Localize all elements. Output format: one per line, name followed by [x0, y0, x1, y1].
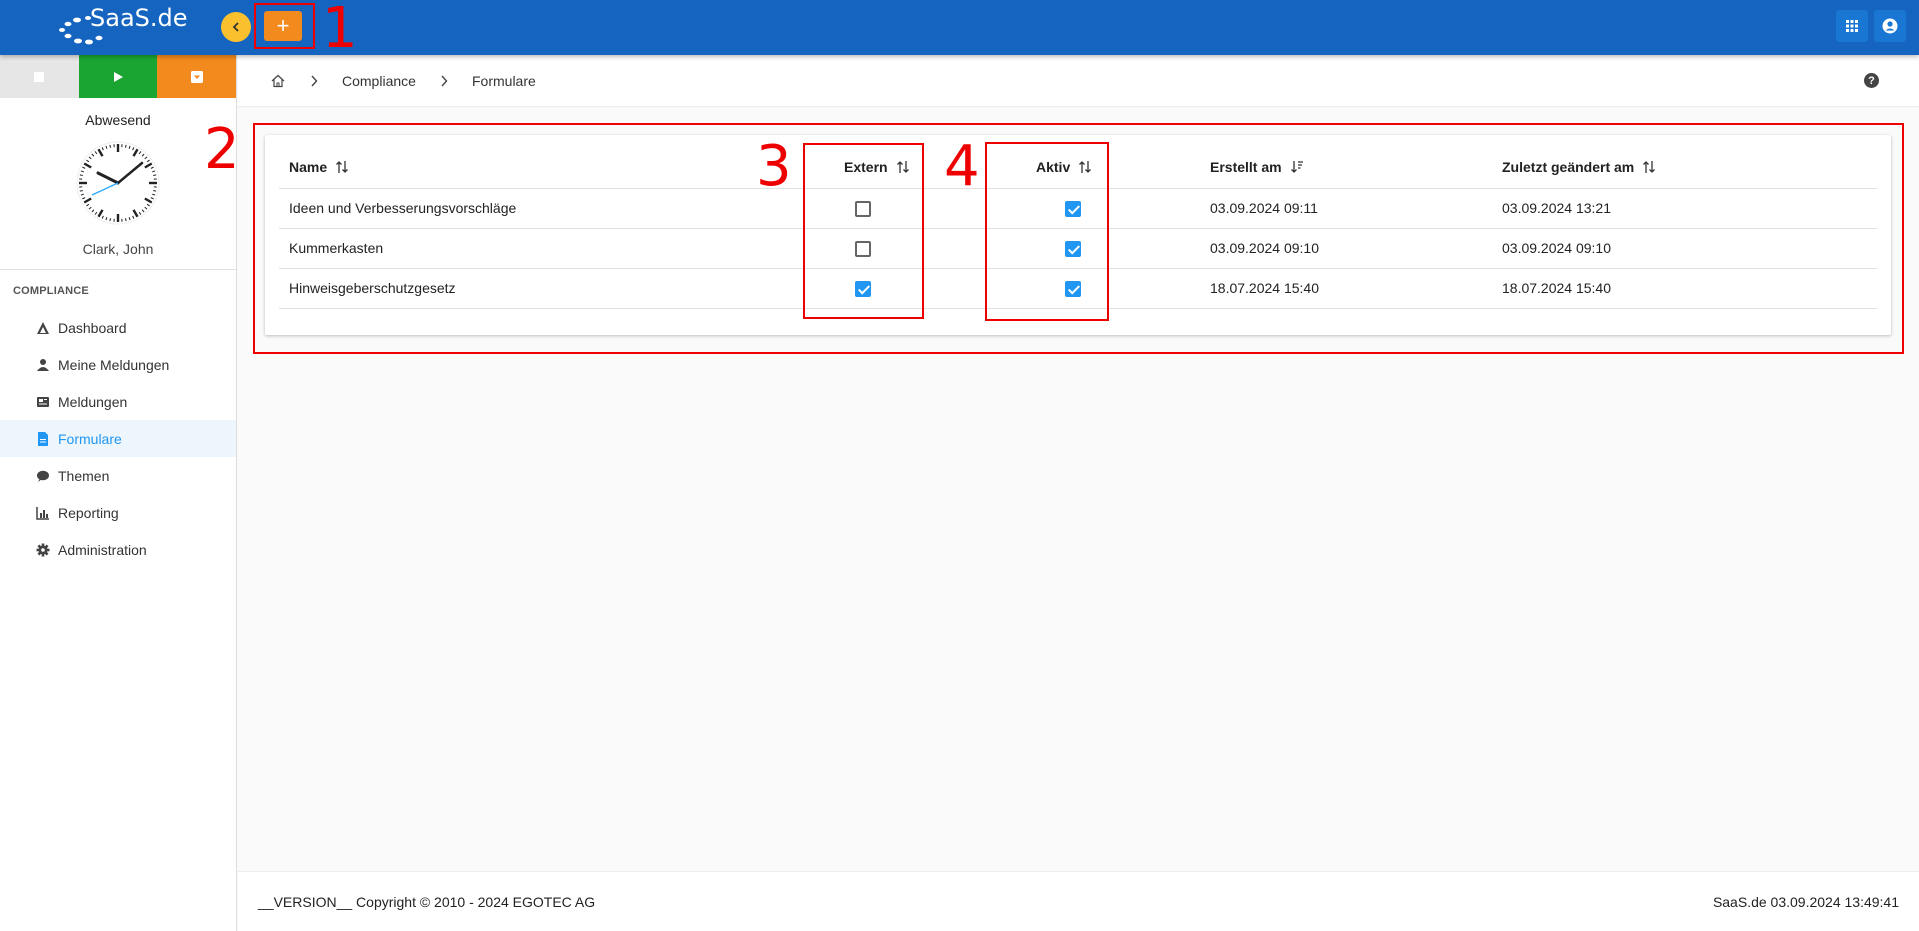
- cell-geaendert: 03.09.2024 09:10: [1492, 228, 1877, 269]
- apps-grid-icon: [1846, 20, 1858, 32]
- sidebar-item-administration[interactable]: Administration: [0, 531, 236, 568]
- chevron-right-icon: [310, 55, 318, 107]
- play-icon: [114, 71, 123, 82]
- collapse-sidebar-button[interactable]: [221, 12, 251, 42]
- sidebar-item-label: Themen: [58, 467, 110, 484]
- logo-text: SaaS.de: [90, 4, 188, 32]
- cell-erstellt: 03.09.2024 09:11: [1200, 188, 1492, 229]
- user-name: Clark, John: [82, 241, 154, 257]
- cell-name: Ideen und Verbesserungsvorschläge: [279, 188, 834, 229]
- sort-icon[interactable]: [335, 160, 349, 177]
- cell-erstellt: 18.07.2024 15:40: [1200, 268, 1492, 309]
- extern-checkbox[interactable]: [855, 240, 871, 257]
- breadcrumb-compliance[interactable]: Compliance: [342, 55, 416, 107]
- cell-name: Hinweisgeberschutzgesetz: [279, 268, 834, 309]
- chevron-left-icon: [232, 22, 239, 32]
- aktiv-checkbox[interactable]: [1065, 200, 1081, 217]
- chat-icon: [36, 469, 50, 483]
- footer-timestamp: SaaS.de 03.09.2024 13:49:41: [1712, 894, 1899, 910]
- sidebar-item-dashboard[interactable]: Dashboard: [0, 309, 236, 346]
- gear-icon: [36, 543, 50, 557]
- home-icon: [271, 74, 285, 88]
- breadcrumb: Compliance Formulare ?: [238, 55, 1919, 107]
- sidebar: Abwesend Clark, John COMPLIANCE Dashboar…: [0, 55, 237, 931]
- chevron-right-icon: [440, 55, 448, 107]
- annotation-number-2: 2: [204, 117, 240, 182]
- table-row[interactable]: Hinweisgeberschutzgesetz 18.07.2024 15:4…: [279, 268, 1877, 309]
- aktiv-checkbox[interactable]: [1065, 240, 1081, 257]
- sort-icon[interactable]: [1078, 160, 1092, 177]
- footer: __VERSION__ Copyright © 2010 - 2024 EGOT…: [238, 871, 1919, 931]
- forms-table: Name Extern Aktiv Erstellt am Zuletzt ge…: [279, 149, 1877, 309]
- section-label: COMPLIANCE: [13, 285, 89, 297]
- annotation-number-4: 4: [944, 134, 980, 199]
- annotation-number-1: 1: [322, 0, 358, 61]
- column-header-extern[interactable]: Extern: [834, 149, 1026, 189]
- chart-icon: [36, 506, 50, 520]
- aktiv-checkbox[interactable]: [1065, 280, 1081, 297]
- footer-copyright: __VERSION__ Copyright © 2010 - 2024 EGOT…: [258, 894, 596, 910]
- column-header-name[interactable]: Name: [279, 149, 834, 189]
- sort-icon[interactable]: [896, 160, 910, 177]
- table-row[interactable]: Ideen und Verbesserungsvorschläge 03.09.…: [279, 188, 1877, 229]
- column-header-geaendert[interactable]: Zuletzt geändert am: [1492, 149, 1877, 189]
- sort-icon[interactable]: [1642, 160, 1656, 177]
- extern-checkbox[interactable]: [855, 280, 871, 297]
- sidebar-item-meine-meldungen[interactable]: Meine Meldungen: [0, 346, 236, 383]
- play-button[interactable]: [78, 55, 158, 98]
- dashboard-icon: [36, 321, 50, 335]
- clock-icon: [76, 141, 160, 225]
- column-header-erstellt[interactable]: Erstellt am: [1200, 149, 1492, 189]
- cell-geaendert: 03.09.2024 13:21: [1492, 188, 1877, 229]
- dropdown-box-icon: [190, 70, 203, 83]
- add-button[interactable]: +: [264, 11, 302, 41]
- help-icon[interactable]: ?: [1864, 73, 1879, 88]
- top-bar: SaaS.de +: [0, 0, 1919, 55]
- reports-icon: [36, 395, 50, 409]
- divider: [0, 269, 236, 270]
- home-button[interactable]: [271, 55, 285, 107]
- time-tracking-buttons: [0, 55, 237, 98]
- user-circle-icon: [1882, 18, 1898, 34]
- column-header-aktiv[interactable]: Aktiv: [1026, 149, 1200, 189]
- break-button[interactable]: [157, 55, 237, 98]
- sort-desc-icon[interactable]: [1290, 160, 1304, 177]
- user-menu-button[interactable]: [1874, 10, 1906, 42]
- sidebar-item-label: Meldungen: [58, 393, 128, 410]
- sidebar-nav: Dashboard Meine Meldungen Meldungen Form…: [0, 309, 236, 568]
- table-row[interactable]: Kummerkasten 03.09.2024 09:10 03.09.2024…: [279, 228, 1877, 269]
- sidebar-item-meldungen[interactable]: Meldungen: [0, 383, 236, 420]
- status-text: Abwesend: [85, 112, 151, 128]
- sidebar-item-label: Dashboard: [58, 319, 127, 336]
- sidebar-item-reporting[interactable]: Reporting: [0, 494, 236, 531]
- stop-button[interactable]: [0, 55, 79, 98]
- cell-geaendert: 18.07.2024 15:40: [1492, 268, 1877, 309]
- person-icon: [36, 358, 50, 372]
- sidebar-item-formulare[interactable]: Formulare: [0, 420, 236, 457]
- table-header-row: Name Extern Aktiv Erstellt am Zuletzt ge…: [279, 149, 1877, 189]
- document-icon: [36, 431, 50, 446]
- apps-button[interactable]: [1836, 10, 1868, 42]
- forms-table-card: Name Extern Aktiv Erstellt am Zuletzt ge…: [265, 135, 1891, 335]
- cell-erstellt: 03.09.2024 09:10: [1200, 228, 1492, 269]
- sidebar-item-label: Reporting: [58, 504, 119, 521]
- annotation-number-3: 3: [756, 134, 792, 199]
- extern-checkbox[interactable]: [855, 200, 871, 217]
- sidebar-item-themen[interactable]: Themen: [0, 457, 236, 494]
- sidebar-item-label: Formulare: [58, 430, 122, 447]
- breadcrumb-formulare: Formulare: [472, 73, 536, 89]
- sidebar-item-label: Meine Meldungen: [58, 356, 170, 373]
- cell-name: Kummerkasten: [279, 228, 834, 269]
- sidebar-item-label: Administration: [58, 541, 147, 558]
- stop-icon: [34, 71, 45, 82]
